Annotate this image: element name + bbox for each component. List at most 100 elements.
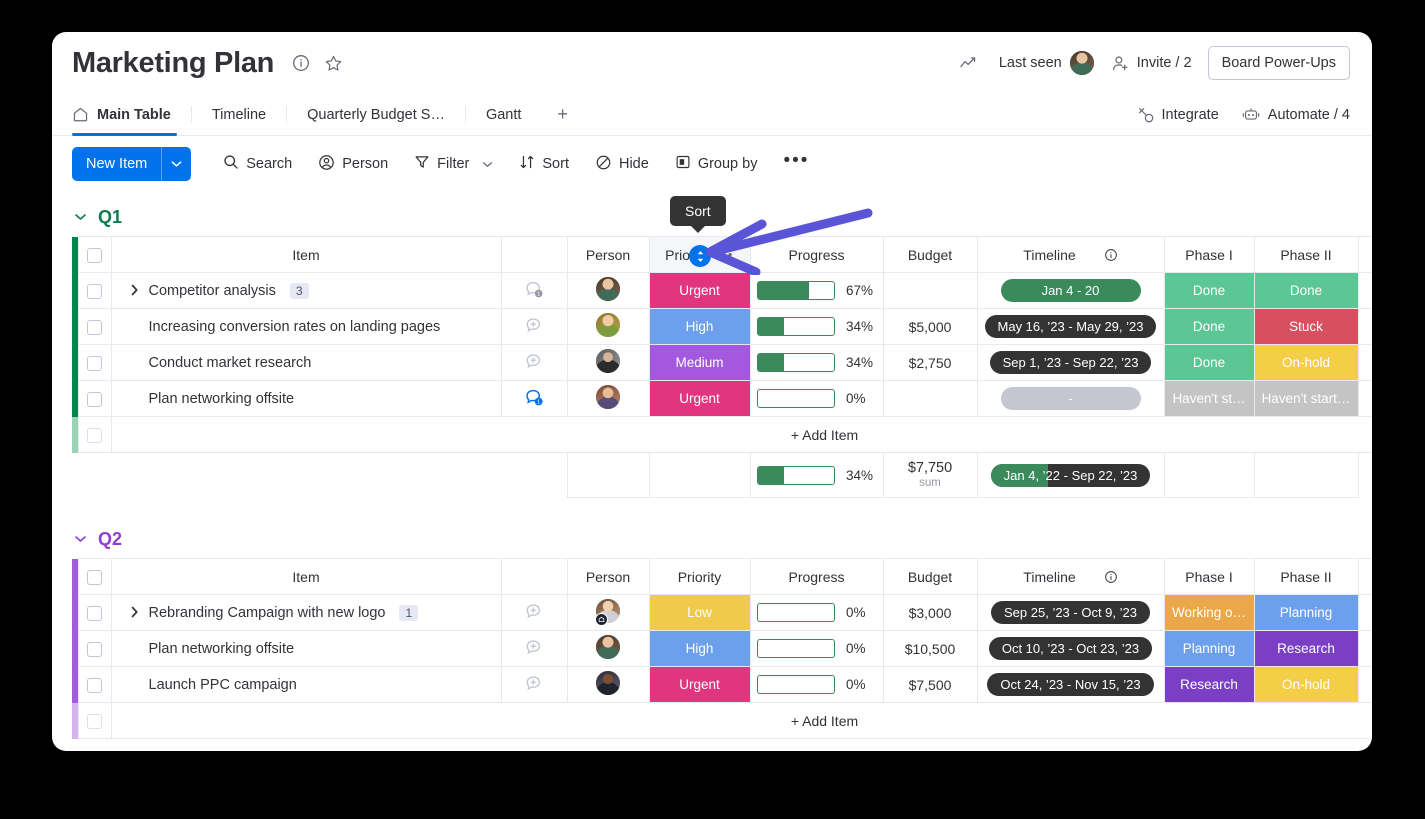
avatar[interactable] [1068, 50, 1095, 76]
cell-phase-2[interactable]: On-hold [1253, 344, 1359, 381]
cell-item[interactable]: Plan networking offsite [110, 380, 502, 417]
cell-chat[interactable] [500, 630, 568, 667]
select-all-checkbox[interactable] [87, 247, 102, 263]
select-all-checkbox-cell[interactable] [77, 236, 112, 273]
star-icon[interactable] [320, 50, 346, 76]
column-header-item[interactable]: Item [110, 236, 502, 273]
table-row[interactable]: Conduct market research Medium 34% $2,75… [72, 344, 1372, 381]
board-power-ups-button[interactable]: Board Power-Ups [1207, 46, 1350, 80]
cell-progress[interactable]: 34% [749, 344, 884, 381]
tab-gantt[interactable]: Gantt [466, 94, 541, 135]
cell-timeline[interactable]: Sep 1, ’23 - Sep 22, ’23 [976, 344, 1165, 381]
avatar[interactable] [595, 348, 621, 374]
cell-progress[interactable]: 34% [749, 308, 884, 345]
group-by-button[interactable]: Group by [665, 147, 768, 181]
expand-subitems-chevron-right-icon[interactable] [130, 283, 139, 299]
chat-add-icon[interactable] [524, 601, 545, 622]
cell-budget[interactable] [882, 380, 978, 417]
cell-priority[interactable]: Low [648, 594, 751, 631]
cell-budget[interactable]: $10,500 [882, 630, 978, 667]
group-title-q2[interactable]: Q2 [72, 520, 1372, 558]
chevron-down-icon[interactable] [72, 531, 88, 547]
cell-progress[interactable]: 0% [749, 594, 884, 631]
column-header-timeline[interactable]: Timeline [976, 236, 1165, 273]
cell-item[interactable]: Plan networking offsite [110, 630, 502, 667]
chevron-down-icon[interactable] [72, 209, 88, 225]
cell-timeline[interactable]: Oct 10, ’23 - Oct 23, ’23 [976, 630, 1165, 667]
cell-priority[interactable]: Medium [648, 344, 751, 381]
cell-phase-2[interactable]: Done [1253, 272, 1359, 309]
row-checkbox[interactable] [87, 641, 102, 657]
new-item-dropdown-chevron-down-icon[interactable] [161, 147, 192, 181]
column-header-person[interactable]: Person [566, 558, 650, 595]
cell-person[interactable] [566, 272, 650, 309]
row-checkbox-cell[interactable] [77, 666, 112, 703]
cell-item[interactable]: Conduct market research [110, 344, 502, 381]
table-row[interactable]: Launch PPC campaign Urgent 0% $7,500 Oct… [72, 666, 1372, 703]
select-all-checkbox-cell[interactable] [77, 558, 112, 595]
column-header-phase-2[interactable]: Phase II [1253, 558, 1359, 595]
cell-budget[interactable]: $7,500 [882, 666, 978, 703]
add-item-row[interactable]: + Add Item [72, 416, 1372, 453]
cell-item[interactable]: Rebranding Campaign with new logo 1 [110, 594, 502, 631]
cell-chat[interactable]: 1 [500, 272, 568, 309]
hide-button[interactable]: Hide [585, 147, 659, 182]
column-header-timeline[interactable]: Timeline [976, 558, 1165, 595]
cell-progress[interactable]: 0% [749, 666, 884, 703]
filter-button[interactable]: Filter [404, 147, 503, 181]
add-item-button[interactable]: + Add Item [110, 702, 1372, 739]
cell-phase-2[interactable]: Research [1253, 630, 1359, 667]
row-checkbox-cell[interactable] [77, 630, 112, 667]
table-row[interactable]: Increasing conversion rates on landing p… [72, 308, 1372, 345]
cell-priority[interactable]: High [648, 630, 751, 667]
column-header-phase-2[interactable]: Phase II [1253, 236, 1359, 273]
cell-priority[interactable]: Urgent [648, 666, 751, 703]
cell-timeline[interactable]: May 16, ’23 - May 29, ’23 [976, 308, 1165, 345]
cell-progress[interactable]: 0% [749, 630, 884, 667]
row-checkbox-cell[interactable] [77, 344, 112, 381]
tab-main-table[interactable]: Main Table [72, 94, 191, 136]
table-row[interactable]: Rebranding Campaign with new logo 1 Low … [72, 594, 1372, 631]
column-header-budget[interactable]: Budget [882, 236, 978, 273]
cell-priority[interactable]: Urgent [648, 272, 751, 309]
cell-person[interactable] [566, 594, 650, 631]
last-seen[interactable]: Last seen [999, 50, 1095, 76]
chat-add-icon[interactable] [524, 637, 545, 658]
cell-chat[interactable]: 1 [500, 380, 568, 417]
cell-person[interactable] [566, 308, 650, 345]
cell-progress[interactable]: 0% [749, 380, 884, 417]
column-header-progress[interactable]: Progress [749, 558, 884, 595]
chat-add-icon[interactable] [524, 315, 545, 336]
cell-budget[interactable]: $2,750 [882, 344, 978, 381]
cell-phase-1[interactable]: Done [1163, 344, 1255, 381]
avatar[interactable] [595, 634, 621, 660]
cell-budget[interactable]: $5,000 [882, 308, 978, 345]
column-header-item[interactable]: Item [110, 558, 502, 595]
cell-phase-1[interactable]: Research [1163, 666, 1255, 703]
cell-person[interactable] [566, 344, 650, 381]
row-checkbox[interactable] [87, 319, 102, 335]
automate-button[interactable]: Automate / 4 [1241, 106, 1350, 124]
row-checkbox[interactable] [87, 391, 102, 407]
new-item-group[interactable]: New Item [72, 147, 192, 181]
cell-priority[interactable]: Urgent [648, 380, 751, 417]
sort-button[interactable]: Sort [509, 147, 579, 181]
timeline-info-icon[interactable] [1104, 570, 1118, 584]
table-row[interactable]: Plan networking offsite High 0% $10,500 … [72, 630, 1372, 667]
new-item-button[interactable]: New Item [72, 147, 162, 181]
column-header-phase-1[interactable]: Phase I [1163, 236, 1255, 273]
expand-subitems-chevron-right-icon[interactable] [130, 605, 139, 621]
more-options-button[interactable]: ••• [773, 148, 819, 180]
select-all-checkbox[interactable] [87, 569, 102, 585]
cell-phase-2[interactable]: Stuck [1253, 308, 1359, 345]
row-checkbox[interactable] [87, 283, 102, 299]
cell-progress[interactable]: 67% [749, 272, 884, 309]
invite-button[interactable]: Invite / 2 [1111, 54, 1192, 73]
chat-add-icon[interactable] [524, 351, 545, 372]
timeline-info-icon[interactable] [1104, 248, 1118, 262]
add-view-button[interactable]: + [541, 94, 584, 135]
row-checkbox-cell[interactable] [77, 380, 112, 417]
integrate-button[interactable]: Integrate [1137, 106, 1219, 124]
row-checkbox[interactable] [87, 355, 102, 371]
avatar[interactable] [595, 670, 621, 696]
